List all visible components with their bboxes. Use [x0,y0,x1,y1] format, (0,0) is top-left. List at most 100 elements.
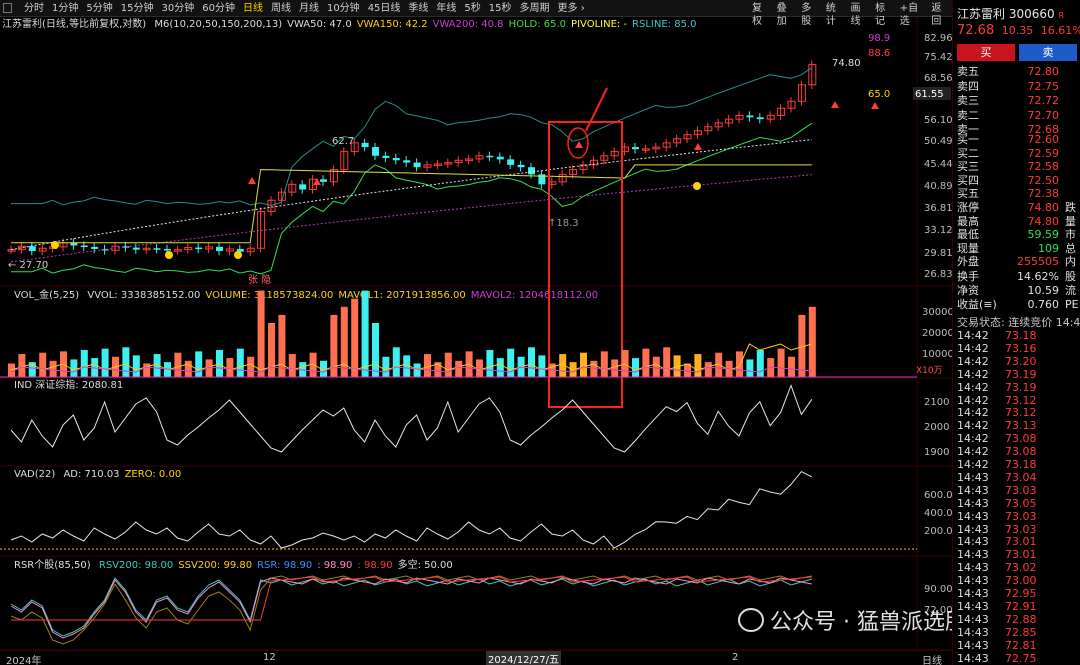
candle-body-down [195,247,203,250]
date-axis-period[interactable]: 日线 [922,652,942,665]
candle-body-down [413,162,421,168]
signal-dot-icon [693,182,701,190]
volume-bar [80,350,88,377]
tick-time: 14:43 [957,638,989,652]
volume-bar [444,352,452,377]
volume-bar [538,355,546,377]
tick-row: 14:42 73.19 [957,368,1080,381]
tick-row: 14:43 73.01 [957,535,1080,548]
tick-row: 14:43 73.02 [957,561,1080,574]
annotation-peak: 62.7 [332,136,354,147]
row-tail: 内 [1065,255,1076,268]
chart-canvas[interactable]: 82.96 75.42 68.56 56.10 50.49 45.44 40.89 36.81… [0,0,952,665]
tick-row: 14:42 73.13 [957,419,1080,432]
candle-body-down [153,248,161,250]
volume-bar [580,352,587,377]
tick-time: 14:43 [957,483,989,497]
volume-bar [777,348,785,377]
current-price: 72.68 [957,23,995,38]
volume-bar [18,354,26,377]
tick-price: 73.02 [1005,561,1037,575]
tick-time: 14:43 [957,599,989,613]
tick-time: 14:42 [957,367,989,381]
ask-row: 卖三 72.72 [957,92,1080,108]
price-axis-label: 45.44 [924,159,952,170]
tick-price: 73.03 [1005,522,1037,536]
volume-bar [236,348,244,377]
candle-body-down [91,246,99,249]
stock-name: 江苏雷利 300660 [957,7,1055,21]
volume-bar [257,290,265,377]
volume-bar [528,347,535,377]
price-axis-label: 75.42 [924,52,952,63]
tick-price: 73.03 [1005,509,1037,523]
volume-bar [590,360,598,377]
row-value: 72.80 [1027,65,1060,78]
volume-bar [372,323,379,377]
price-change: 10.35 [1001,24,1034,37]
tick-time: 14:43 [957,548,989,562]
tick-time: 14:43 [957,561,989,575]
up-triangle-icon [248,177,256,184]
row-label: 卖五 [957,65,979,78]
volume-bar [122,347,130,377]
signal-dot-icon [234,251,242,259]
tick-price: 73.12 [1005,406,1037,420]
price-axis-label: 33.12 [924,225,952,236]
tick-price: 73.08 [1005,445,1037,459]
price-axis-label: 68.56 [924,73,952,84]
row-value: 72.72 [1027,94,1060,108]
candle-body-down [517,164,525,168]
tick-price: 73.08 [1005,432,1037,446]
volume-bar [663,347,671,377]
volume-bar [476,359,483,377]
volume-bar [507,348,515,377]
candle-body-down [746,115,754,118]
volume-bar [195,351,203,377]
tick-price: 73.01 [1005,535,1037,549]
annotation-high: 74.80 [832,58,861,69]
tick-row: 14:43 72.81 [957,639,1080,652]
tick-row: 14:43 73.00 [957,574,1080,587]
volume-bar [268,323,275,377]
tick-price: 72.81 [1005,638,1037,652]
tick-time: 14:42 [957,341,989,355]
tick-time: 14:42 [957,393,989,407]
volume-bar [143,363,151,377]
tick-price: 73.18 [1005,329,1037,342]
volume-bar [611,359,619,377]
annotation-arrow [585,87,608,132]
tick-price: 73.18 [1005,458,1037,471]
tick-price: 73.00 [1005,574,1037,588]
annotation-top2: 88.6 [868,48,890,59]
row-label: 卖二 [957,108,979,122]
tick-price: 73.01 [1005,548,1037,562]
tick-time: 14:42 [957,354,989,368]
stock-badge: R [1058,11,1065,20]
ind-axis-label: 2000 [924,422,949,433]
hold-line [11,122,813,275]
volume-bar [746,359,754,377]
volume-bar [49,360,57,377]
volume-bar [340,306,348,377]
tick-time: 14:43 [957,522,989,536]
ind-axis-label: 2100 [924,397,949,408]
price-pct: 16.61% [1040,24,1080,37]
buy-button[interactable]: 买 [957,44,1015,61]
tick-row: 14:43 72.91 [957,600,1080,613]
sell-button[interactable]: 卖 [1019,44,1077,61]
volume-bar [600,351,608,377]
signal-dot-icon [165,251,173,259]
tick-time: 14:43 [957,535,989,549]
tick-time: 14:43 [957,625,989,639]
tick-row: 14:42 73.12 [957,394,1080,407]
tick-row: 14:42 73.20 [957,355,1080,368]
up-triangle-icon [871,102,879,109]
tick-price: 73.04 [1005,470,1037,484]
volume-bar [704,362,712,377]
marker-label: 张 隐 [248,274,271,286]
volume-bar [351,298,359,377]
tick-time: 14:43 [957,587,989,600]
ask-row: 卖五 72.80 [957,63,1080,79]
candle-body-down [632,147,639,150]
